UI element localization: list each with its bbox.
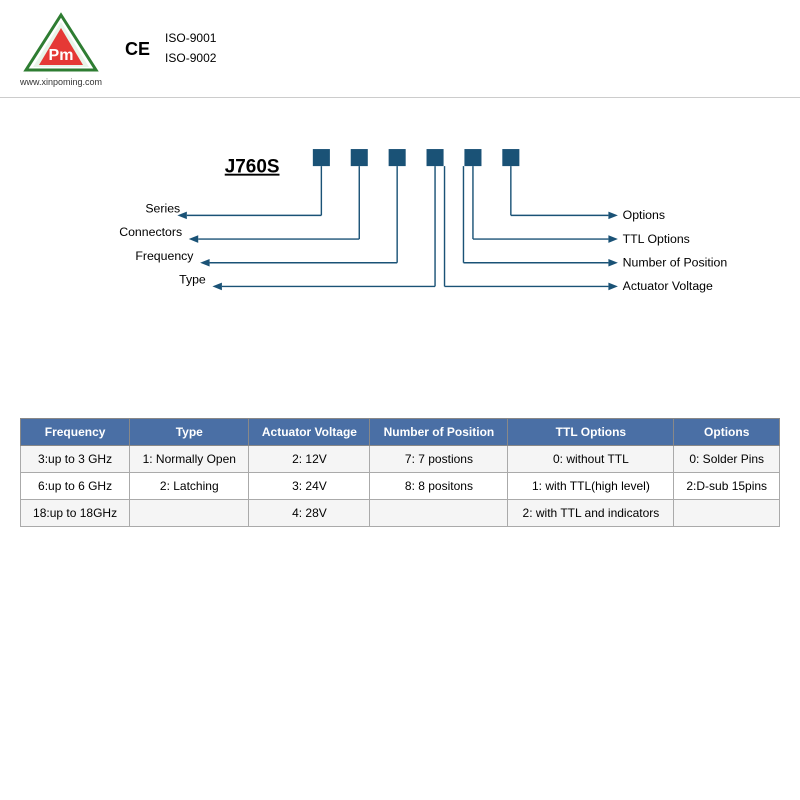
table-cell: 8: 8 positons bbox=[370, 473, 508, 500]
digit-box-6 bbox=[502, 149, 519, 166]
table-cell bbox=[370, 500, 508, 527]
type-label: Type bbox=[179, 273, 206, 287]
part-number-diagram: J760S Series Connectors Frequency bbox=[40, 118, 760, 398]
options-label: Options bbox=[623, 208, 665, 222]
table-header-row: Frequency Type Actuator Voltage Number o… bbox=[21, 419, 780, 446]
model-label: J760S bbox=[225, 157, 280, 178]
table-cell: 3:up to 3 GHz bbox=[21, 446, 130, 473]
header: Pm www.xinpoming.com CE ISO-9001 ISO-900… bbox=[0, 0, 800, 98]
table-cell: 2: 12V bbox=[249, 446, 370, 473]
digit-box-2 bbox=[351, 149, 368, 166]
table-cell: 0: without TTL bbox=[508, 446, 674, 473]
digit-box-5 bbox=[464, 149, 481, 166]
ce-mark-container: CE bbox=[125, 40, 150, 58]
cert-area: ISO-9001 ISO-9002 bbox=[165, 29, 216, 67]
col-frequency: Frequency bbox=[21, 419, 130, 446]
logo-area: Pm www.xinpoming.com bbox=[20, 10, 102, 87]
diagram-area: J760S Series Connectors Frequency bbox=[0, 98, 800, 418]
table-row: 3:up to 3 GHz1: Normally Open2: 12V7: 7 … bbox=[21, 446, 780, 473]
table-cell: 2: Latching bbox=[130, 473, 249, 500]
series-label: Series bbox=[145, 202, 180, 216]
table-cell: 18:up to 18GHz bbox=[21, 500, 130, 527]
table-cell: 1: Normally Open bbox=[130, 446, 249, 473]
col-options: Options bbox=[674, 419, 780, 446]
frequency-label: Frequency bbox=[135, 249, 194, 263]
table-cell: 7: 7 postions bbox=[370, 446, 508, 473]
table-row: 18:up to 18GHz 4: 28V 2: with TTL and indi… bbox=[21, 500, 780, 527]
company-logo: Pm bbox=[21, 10, 101, 75]
digit-box-3 bbox=[389, 149, 406, 166]
table-cell: 3: 24V bbox=[249, 473, 370, 500]
col-type: Type bbox=[130, 419, 249, 446]
col-actuator-voltage: Actuator Voltage bbox=[249, 419, 370, 446]
digit-box-4 bbox=[427, 149, 444, 166]
col-ttl-options: TTL Options bbox=[508, 419, 674, 446]
ce-mark: CE bbox=[125, 39, 150, 59]
ttl-options-label: TTL Options bbox=[623, 232, 690, 246]
table-cell: 2: with TTL and indicators bbox=[508, 500, 674, 527]
table-area: Frequency Type Actuator Voltage Number o… bbox=[0, 418, 800, 527]
iso2-label: ISO-9002 bbox=[165, 49, 216, 68]
actuator-voltage-label: Actuator Voltage bbox=[623, 279, 713, 293]
table-cell bbox=[130, 500, 249, 527]
connectors-label: Connectors bbox=[119, 225, 182, 239]
col-number-position: Number of Position bbox=[370, 419, 508, 446]
iso1-label: ISO-9001 bbox=[165, 29, 216, 48]
number-position-label: Number of Position bbox=[623, 256, 728, 270]
table-cell bbox=[674, 500, 780, 527]
table-cell: 0: Solder Pins bbox=[674, 446, 780, 473]
table-row: 6:up to 6 GHz2: Latching3: 24V8: 8 posit… bbox=[21, 473, 780, 500]
svg-text:Pm: Pm bbox=[49, 47, 74, 64]
table-cell: 6:up to 6 GHz bbox=[21, 473, 130, 500]
table-cell: 2:D-sub 15pins bbox=[674, 473, 780, 500]
website-label: www.xinpoming.com bbox=[20, 77, 102, 87]
spec-table: Frequency Type Actuator Voltage Number o… bbox=[20, 418, 780, 527]
digit-box-1 bbox=[313, 149, 330, 166]
table-body: 3:up to 3 GHz1: Normally Open2: 12V7: 7 … bbox=[21, 446, 780, 527]
table-cell: 1: with TTL(high level) bbox=[508, 473, 674, 500]
table-cell: 4: 28V bbox=[249, 500, 370, 527]
